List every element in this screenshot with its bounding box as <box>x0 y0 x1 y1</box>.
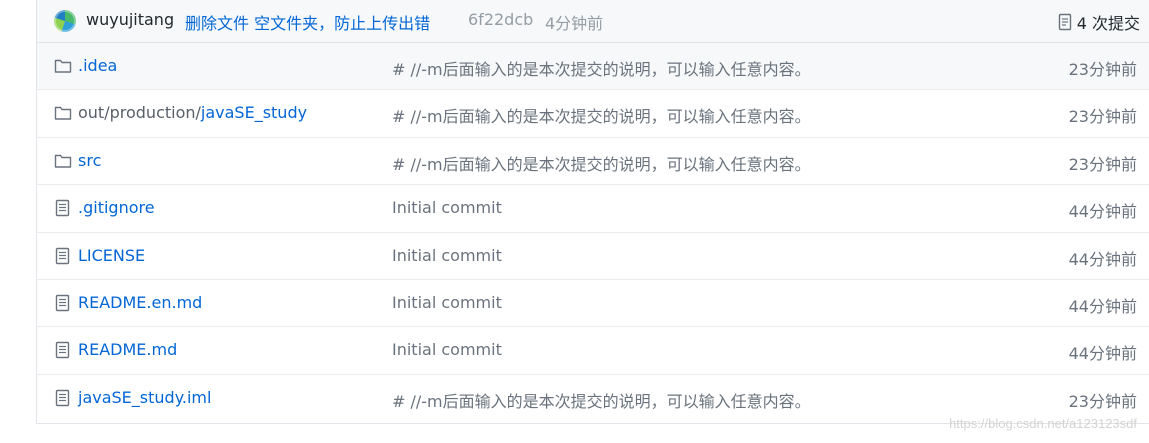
file-name-link[interactable]: .gitignore <box>78 198 155 217</box>
file-row[interactable]: README.en.md Initial commit 44分钟前 <box>37 280 1149 328</box>
file-row[interactable]: README.md Initial commit 44分钟前 <box>37 327 1149 375</box>
file-commit-age: 44分钟前 <box>1068 296 1137 316</box>
file-commit-age: 23分钟前 <box>1068 154 1137 174</box>
commit-author[interactable]: wuyujitang <box>86 10 174 29</box>
commit-message[interactable]: 删除文件 空文件夹，防止上传出错 <box>185 10 430 34</box>
file-name-link[interactable]: README.en.md <box>78 293 202 312</box>
file-commit-age: 23分钟前 <box>1068 60 1137 79</box>
file-commit-age: 23分钟前 <box>1068 107 1137 127</box>
folder-icon <box>54 104 72 122</box>
file-row[interactable]: out/production/javaSE_study # //-m后面输入的是本… <box>37 90 1149 138</box>
file-name-link[interactable]: src <box>78 151 101 170</box>
watermark: https://blog.csdn.net/a123123sdf <box>949 416 1137 431</box>
file-path-prefix[interactable]: out/production/ <box>78 103 201 122</box>
file-commit-message[interactable]: Initial commit <box>392 198 502 217</box>
file-icon <box>54 294 72 312</box>
file-icon <box>54 247 72 265</box>
file-name[interactable]: README.en.md <box>78 293 202 312</box>
file-name[interactable]: .gitignore <box>78 198 155 217</box>
file-row[interactable]: src # //-m后面输入的是本次提交的说明，可以输入任意内容。 23分钟前 <box>37 138 1149 186</box>
file-commit-message[interactable]: # //-m后面输入的是本次提交的说明，可以输入任意内容。 <box>392 56 811 80</box>
file-commit-message[interactable]: # //-m后面输入的是本次提交的说明，可以输入任意内容。 <box>392 388 811 412</box>
latest-commit-bar: wuyujitang 删除文件 空文件夹，防止上传出错 6f22dcb 4分钟前… <box>37 0 1149 43</box>
folder-icon <box>54 152 72 170</box>
history-icon <box>1058 13 1071 31</box>
file-list: .idea # //-m后面输入的是本次提交的说明，可以输入任意内容。 23分钟前 o… <box>37 43 1149 422</box>
file-name[interactable]: .idea <box>78 56 117 75</box>
file-name[interactable]: LICENSE <box>78 246 145 265</box>
file-commit-message[interactable]: # //-m后面输入的是本次提交的说明，可以输入任意内容。 <box>392 103 811 127</box>
file-commit-message[interactable]: Initial commit <box>392 293 502 312</box>
file-name-link[interactable]: out/production/javaSE_study <box>78 103 307 122</box>
file-name-link[interactable]: .idea <box>78 56 117 75</box>
folder-icon <box>54 57 72 75</box>
file-name-link[interactable]: javaSE_study.iml <box>78 388 211 407</box>
author-avatar[interactable] <box>54 10 76 32</box>
file-icon <box>54 341 72 359</box>
file-row[interactable]: .gitignore Initial commit 44分钟前 <box>37 185 1149 233</box>
commit-sha[interactable]: 6f22dcb <box>468 10 533 29</box>
file-commit-age: 44分钟前 <box>1068 202 1137 222</box>
file-name-link[interactable]: LICENSE <box>78 246 145 265</box>
commit-count-label: 4 次提交 <box>1076 14 1140 33</box>
file-icon <box>54 389 72 407</box>
file-commit-age: 23分钟前 <box>1068 391 1137 411</box>
file-browser: wuyujitang 删除文件 空文件夹，防止上传出错 6f22dcb 4分钟前… <box>36 0 1149 424</box>
file-icon <box>54 199 72 217</box>
file-name[interactable]: javaSE_study.iml <box>78 388 211 407</box>
commit-time: 4分钟前 <box>545 14 604 33</box>
file-row[interactable]: .idea # //-m后面输入的是本次提交的说明，可以输入任意内容。 23分钟前 <box>37 43 1149 91</box>
file-commit-age: 44分钟前 <box>1068 344 1137 364</box>
file-name[interactable]: README.md <box>78 340 177 359</box>
commit-history-link[interactable]: 4 次提交 <box>1058 10 1140 34</box>
file-commit-message[interactable]: Initial commit <box>392 340 502 359</box>
file-name-link[interactable]: README.md <box>78 340 177 359</box>
file-commit-message[interactable]: Initial commit <box>392 246 502 265</box>
file-name[interactable]: src <box>78 151 101 170</box>
file-row[interactable]: LICENSE Initial commit 44分钟前 <box>37 233 1149 280</box>
file-name[interactable]: javaSE_study <box>201 103 307 122</box>
file-commit-age: 44分钟前 <box>1068 249 1137 269</box>
file-commit-message[interactable]: # //-m后面输入的是本次提交的说明，可以输入任意内容。 <box>392 151 811 175</box>
